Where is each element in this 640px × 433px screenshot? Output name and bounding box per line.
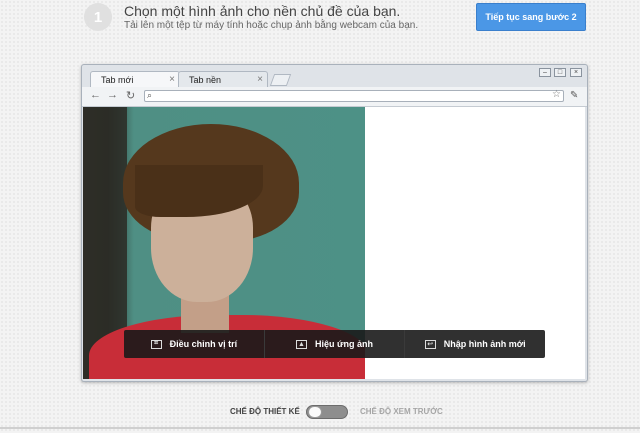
photo-effects-button[interactable]: ▲ Hiệu ứng ảnh [265, 330, 406, 358]
tab-background[interactable]: Tab nền × [178, 71, 268, 87]
browser-toolbar: ← → ↻ ⌕ ☆ ✎ [82, 87, 587, 107]
reload-icon[interactable]: ↻ [126, 89, 135, 102]
search-icon: ⌕ [147, 90, 153, 100]
image-icon: ▲ [295, 339, 307, 349]
tab-label: Tab mới [101, 74, 134, 85]
forward-arrow-icon[interactable]: → [107, 89, 118, 101]
theme-preview-area: ⌗ Điều chỉnh vị trí ▲ Hiệu ứng ảnh ↩ Nhậ… [83, 107, 585, 379]
import-new-image-label: Nhập hình ảnh mới [443, 339, 526, 349]
crop-icon: ⌗ [150, 339, 162, 349]
wrench-icon[interactable]: ✎ [570, 90, 578, 101]
back-arrow-icon[interactable]: ← [90, 89, 101, 101]
adjust-position-label: Điều chỉnh vị trí [169, 339, 238, 349]
new-tab-button[interactable] [269, 74, 292, 86]
step-subtitle: Tải lên một tệp từ máy tính hoặc chụp ản… [124, 20, 419, 31]
toggle-knob[interactable] [308, 406, 322, 418]
maximize-icon[interactable]: □ [554, 68, 566, 77]
import-icon: ↩ [424, 339, 436, 349]
browser-preview: Tab mới × Tab nền × – □ × ← → ↻ ⌕ ☆ ✎ ⌗ [81, 64, 588, 382]
close-icon[interactable]: × [257, 74, 263, 85]
address-bar[interactable]: ⌕ ☆ [144, 89, 564, 102]
minimize-icon[interactable]: – [539, 68, 551, 77]
continue-step-2-button[interactable]: Tiếp tục sang bước 2 [476, 3, 586, 31]
import-new-image-button[interactable]: ↩ Nhập hình ảnh mới [405, 330, 545, 358]
photo-effects-label: Hiệu ứng ảnh [314, 339, 374, 349]
close-icon[interactable]: × [570, 68, 582, 77]
design-mode-label[interactable]: CHẾ ĐỘ THIẾT KẾ [230, 407, 300, 416]
close-icon[interactable]: × [169, 74, 175, 85]
divider [0, 427, 640, 429]
step-number: 1 [84, 3, 112, 31]
tab-new[interactable]: Tab mới × [90, 71, 180, 87]
tab-label: Tab nền [189, 74, 222, 85]
star-icon[interactable]: ☆ [552, 89, 561, 100]
adjust-position-button[interactable]: ⌗ Điều chỉnh vị trí [124, 330, 265, 358]
mode-toggle[interactable] [306, 405, 348, 419]
mode-toggle-row: CHẾ ĐỘ THIẾT KẾ CHẾ ĐỘ XEM TRƯỚC [0, 405, 640, 419]
preview-mode-label[interactable]: CHẾ ĐỘ XEM TRƯỚC [360, 407, 443, 416]
photo-toolbar: ⌗ Điều chỉnh vị trí ▲ Hiệu ứng ảnh ↩ Nhậ… [124, 330, 545, 358]
step-title: Chọn một hình ảnh cho nền chủ đề của bạn… [124, 3, 401, 19]
